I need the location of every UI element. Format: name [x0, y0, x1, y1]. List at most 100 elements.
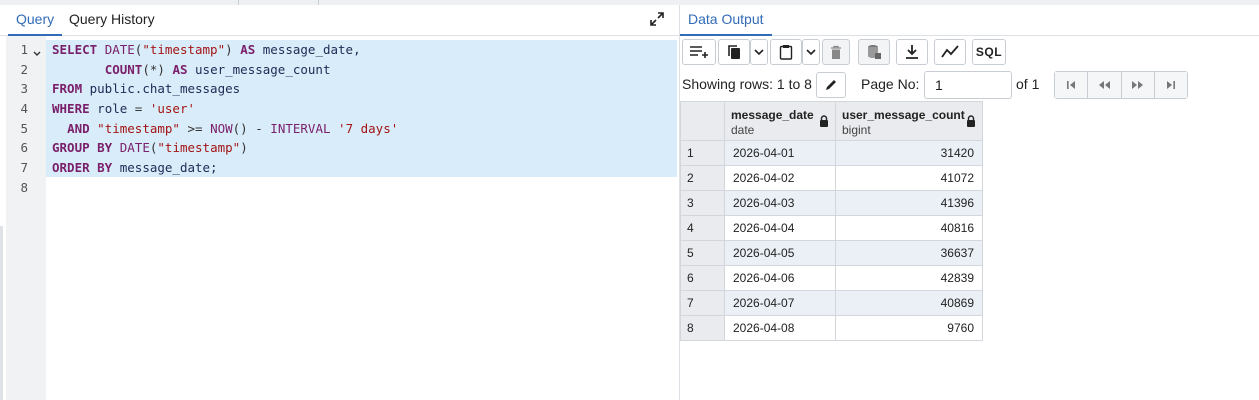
row-number-cell[interactable]: 2 — [680, 165, 725, 191]
code-token: WHERE — [52, 101, 90, 117]
row-number-cell[interactable]: 4 — [680, 215, 725, 241]
expand-icon[interactable] — [649, 11, 665, 27]
tab-data-output[interactable]: Data Output — [680, 5, 772, 36]
page-no-label: Page No: — [861, 76, 920, 92]
table-row[interactable]: 3 2026-04-03 41396 — [680, 190, 983, 216]
line-number: 4 — [20, 101, 28, 117]
paste-options-dropdown[interactable] — [802, 39, 820, 65]
graph-visualiser-button[interactable] — [934, 39, 966, 65]
table-row[interactable]: 5 2026-04-05 36637 — [680, 240, 983, 266]
next-page-button[interactable] — [1121, 72, 1155, 98]
page-nav-group — [1054, 71, 1188, 99]
editor-gutter-edge — [0, 226, 3, 400]
code-line[interactable]: COUNT(*) AS user_message_count — [46, 60, 679, 80]
row-number-cell[interactable]: 8 — [680, 315, 725, 341]
message-date-cell[interactable]: 2026-04-04 — [724, 215, 836, 241]
tab-query-history[interactable]: Query History — [61, 5, 163, 34]
table-row[interactable]: 7 2026-04-07 40869 — [680, 290, 983, 316]
previous-page-button[interactable] — [1088, 72, 1122, 98]
tab-query[interactable]: Query — [8, 5, 63, 36]
line-chart-icon — [941, 45, 959, 58]
row-number-cell[interactable]: 5 — [680, 240, 725, 266]
table-row[interactable]: 1 2026-04-01 31420 — [680, 140, 983, 166]
tab-query-label: Query — [16, 11, 55, 27]
rewind-icon — [1099, 81, 1111, 89]
code-line[interactable] — [46, 178, 679, 198]
download-button[interactable] — [896, 39, 928, 65]
code-line[interactable]: ORDER BY message_date; — [46, 158, 679, 178]
chevron-down-icon — [754, 49, 764, 56]
last-page-icon — [1166, 81, 1175, 89]
user-message-count-cell[interactable]: 40816 — [835, 215, 983, 241]
copy-options-dropdown[interactable] — [750, 39, 768, 65]
column-type: date — [731, 123, 755, 137]
sql-label: SQL — [975, 45, 1003, 59]
lock-icon — [819, 115, 829, 130]
user-message-count-cell[interactable]: 40869 — [835, 290, 983, 316]
column-name: user_message_count — [842, 108, 965, 122]
copy-icon — [728, 45, 740, 59]
code-token: public.chat_messages — [82, 81, 241, 97]
line-numbers: 1 2 3 4 5 6 7 8 — [8, 40, 28, 198]
code-token: FROM — [52, 81, 83, 97]
code-line[interactable]: AND "timestamp" >= NOW() - INTERVAL '7 d… — [46, 119, 679, 139]
edit-rows-button[interactable] — [816, 72, 846, 98]
paste-button[interactable] — [770, 39, 802, 65]
user-message-count-cell[interactable]: 41072 — [835, 165, 983, 191]
user-message-count-cell[interactable]: 9760 — [835, 315, 983, 341]
code-line[interactable]: GROUP BY DATE("timestamp") — [46, 138, 679, 158]
table-row[interactable]: 2 2026-04-02 41072 — [680, 165, 983, 191]
code-token: GROUP BY — [52, 140, 113, 156]
line-number: 8 — [20, 179, 28, 195]
code-token: () - — [232, 120, 271, 136]
message-date-cell[interactable]: 2026-04-08 — [724, 315, 836, 341]
pagination-bar: Showing rows: 1 to 8 Page No: of 1 — [680, 70, 1259, 100]
first-page-button[interactable] — [1055, 72, 1089, 98]
fast-forward-icon — [1131, 81, 1143, 89]
code-token: role — [89, 101, 135, 117]
sql-button[interactable]: SQL — [972, 39, 1006, 65]
query-panel: Query Query History 1 2 3 4 5 6 7 8 SELE… — [0, 5, 679, 400]
code-token: (*) — [142, 61, 173, 77]
message-date-cell[interactable]: 2026-04-07 — [724, 290, 836, 316]
code-line[interactable]: WHERE role = 'user' — [46, 99, 679, 119]
code-token: DATE — [119, 140, 150, 156]
user-message-count-cell[interactable]: 41396 — [835, 190, 983, 216]
code-line[interactable]: FROM public.chat_messages — [46, 79, 679, 99]
save-data-button[interactable] — [858, 39, 890, 65]
message-date-cell[interactable]: 2026-04-06 — [724, 265, 836, 291]
code-token: "timestamp" — [157, 140, 241, 156]
clipboard-icon — [779, 45, 793, 60]
column-header-message-date[interactable]: message_date date — [724, 101, 836, 141]
code-line[interactable]: SELECT DATE("timestamp") AS message_date… — [46, 40, 679, 60]
line-number: 1 — [20, 42, 28, 57]
table-row[interactable]: 8 2026-04-08 9760 — [680, 315, 983, 341]
add-row-button[interactable] — [682, 39, 716, 65]
row-number-cell[interactable]: 6 — [680, 265, 725, 291]
row-number-cell[interactable]: 3 — [680, 190, 725, 216]
row-number-cell[interactable]: 7 — [680, 290, 725, 316]
sql-editor[interactable]: 1 2 3 4 5 6 7 8 SELECT DATE("timestamp")… — [0, 36, 679, 400]
last-page-button[interactable] — [1154, 72, 1187, 98]
user-message-count-cell[interactable]: 42839 — [835, 265, 983, 291]
table-row[interactable]: 6 2026-04-06 42839 — [680, 265, 983, 291]
message-date-cell[interactable]: 2026-04-05 — [724, 240, 836, 266]
table-row[interactable]: 4 2026-04-04 40816 — [680, 215, 983, 241]
code-token: message_date; — [112, 160, 218, 176]
user-message-count-cell[interactable]: 36637 — [835, 240, 983, 266]
row-number-cell[interactable]: 1 — [680, 140, 725, 166]
user-message-count-cell[interactable]: 31420 — [835, 140, 983, 166]
showing-rows-text: Showing rows: 1 to 8 — [682, 76, 812, 92]
message-date-cell[interactable]: 2026-04-01 — [724, 140, 836, 166]
fold-chevron-icon[interactable] — [33, 45, 41, 56]
message-date-cell[interactable]: 2026-04-03 — [724, 190, 836, 216]
column-header-user-message-count[interactable]: user_message_count bigint — [835, 101, 983, 141]
code-token: ORDER BY — [52, 160, 113, 176]
copy-button[interactable] — [718, 39, 750, 65]
lock-icon — [966, 115, 976, 130]
message-date-cell[interactable]: 2026-04-02 — [724, 165, 836, 191]
delete-button[interactable] — [822, 39, 850, 65]
page-number-input[interactable] — [924, 71, 1012, 99]
row-number-header[interactable] — [680, 101, 725, 141]
